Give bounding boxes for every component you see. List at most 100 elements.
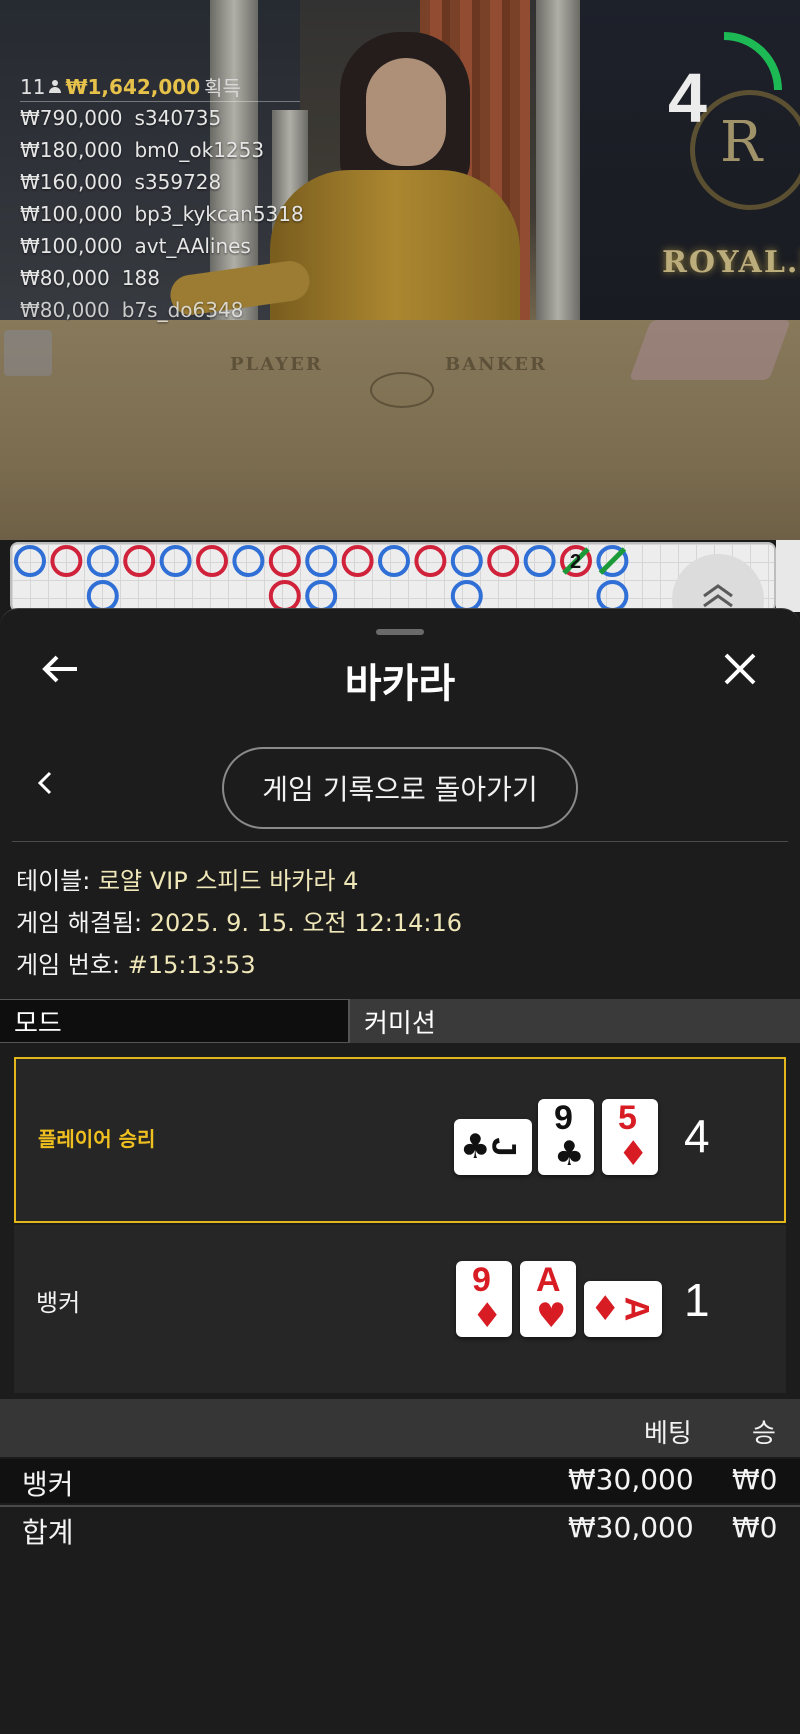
- player-score: 4: [684, 1110, 710, 1162]
- playing-card: 9 ♦: [456, 1261, 512, 1337]
- card-rank: A: [536, 1261, 561, 1299]
- game-detail-sheet: 바카라 게임 기록으로 돌아가기 테이블: 로얄 VIP 스피드 바카라 4 게…: [0, 608, 800, 1734]
- table-info-label: 테이블:: [16, 867, 91, 895]
- countdown-number: 4: [668, 59, 707, 137]
- winner-row: ₩80,000 b7s_do6348: [20, 294, 300, 326]
- card-rank: 5: [618, 1099, 637, 1137]
- winner-username: bp3_kykcan5318: [134, 202, 304, 226]
- resolved-info-label: 게임 해결됨:: [16, 909, 143, 937]
- winner-username: bm0_ok1253: [134, 138, 265, 162]
- winner-amount: ₩80,000: [20, 298, 110, 322]
- total-label: 합계: [22, 1516, 74, 1549]
- banker-road-mark: [123, 545, 156, 577]
- table-info: 테이블: 로얄 VIP 스피드 바카라 4: [16, 861, 358, 896]
- winner-username: s340735: [134, 106, 222, 130]
- winner-row: ₩80,000 188: [20, 262, 300, 294]
- player-road-mark: [450, 545, 483, 577]
- winner-row: ₩100,000 avt_AAlines: [20, 230, 300, 262]
- winner-amount: ₩790,000: [20, 106, 123, 130]
- playing-card: ♣ J: [454, 1119, 532, 1175]
- card-rank: 9: [554, 1099, 573, 1137]
- player-road-mark: [86, 580, 119, 610]
- table-info-value: 로얄 VIP 스피드 바카라 4: [97, 867, 359, 895]
- winners-earned-label: 획득: [204, 76, 241, 100]
- winner-row: ₩100,000 bp3_kykcan5318: [20, 198, 304, 230]
- player-road-mark: [14, 545, 46, 577]
- winners-header: 11 ₩1,642,000 획득: [20, 72, 300, 102]
- bets-table-header: 베팅 승: [0, 1399, 800, 1457]
- winner-amount: ₩100,000: [20, 234, 123, 258]
- winner-username: s359728: [134, 170, 222, 194]
- card-rank: 9: [472, 1261, 491, 1299]
- playing-card: 9 ♣: [538, 1099, 594, 1175]
- winner-amount: ₩100,000: [20, 202, 123, 226]
- back-to-history-button[interactable]: 게임 기록으로 돌아가기: [222, 747, 578, 829]
- game-number-info: 게임 번호: #15:13:53: [16, 945, 256, 980]
- card-suit-icon: ♦: [472, 1296, 503, 1336]
- winners-list: 11 ₩1,642,000 획득 ₩790,000 s340735 ₩180,000…: [20, 72, 304, 326]
- person-icon: [49, 79, 62, 94]
- tie-count: 2: [570, 551, 581, 573]
- banker-road-mark: [50, 545, 83, 577]
- winner-count: 11: [20, 74, 46, 99]
- card-suit-icon: ♦: [618, 1134, 649, 1174]
- winner-row: ₩790,000 s340735: [20, 102, 300, 134]
- bet-column-header: 베팅: [644, 1419, 692, 1449]
- card-suit-icon: ♦: [590, 1289, 621, 1329]
- banker-road-mark: [196, 545, 228, 577]
- close-icon: [724, 653, 756, 685]
- player-road-mark: [86, 545, 119, 577]
- win-amount: ₩0: [732, 1463, 778, 1496]
- previous-game-button[interactable]: [26, 763, 66, 807]
- player-road-mark: [523, 545, 556, 577]
- playing-card: A ♥: [520, 1261, 576, 1337]
- player-road-mark: [596, 580, 629, 610]
- winner-username: avt_AAlines: [134, 234, 251, 258]
- win-column-header: 승: [752, 1419, 776, 1449]
- player-hand: 플레이어 승리 ♣ J 9 ♣ 5 ♦ 4: [14, 1057, 786, 1223]
- player-road-mark: [450, 580, 483, 610]
- game-number-label: 게임 번호:: [16, 951, 121, 979]
- bet-name: 뱅커: [22, 1468, 74, 1501]
- player-road-mark: [305, 580, 338, 610]
- winner-row: ₩160,000 s359728: [20, 166, 300, 198]
- banker-score: 1: [684, 1274, 710, 1326]
- tie-slash-mark: [598, 547, 627, 575]
- banker-hand-label: 뱅커: [36, 1289, 81, 1317]
- winner-username: 188: [121, 266, 160, 290]
- resolved-info-value: 2025. 9. 15. 오전 12:14:16: [149, 909, 463, 937]
- total-bet-amount: ₩30,000: [568, 1511, 694, 1544]
- player-road-mark: [232, 545, 265, 577]
- player-road-mark: [378, 545, 410, 577]
- road-marks: 2: [14, 545, 629, 610]
- divider: [12, 841, 788, 842]
- resolved-info: 게임 해결됨: 2025. 9. 15. 오전 12:14:16: [16, 903, 462, 938]
- bets-table-row: 뱅커 ₩30,000 ₩0: [0, 1459, 800, 1503]
- tab-mode[interactable]: 모드: [0, 999, 348, 1043]
- winner-amount: ₩180,000: [20, 138, 123, 162]
- close-button[interactable]: [712, 641, 768, 697]
- chevron-left-icon: [37, 771, 52, 795]
- view-tabs: 모드 커미션: [0, 999, 800, 1043]
- winners-total: ₩1,642,000: [65, 74, 201, 99]
- playing-card: ♦ A: [584, 1281, 662, 1337]
- game-number-value: #15:13:53: [127, 951, 256, 979]
- banker-road-mark: [268, 545, 301, 577]
- card-suit-icon: ♣: [554, 1134, 585, 1174]
- banker-hand: 뱅커 9 ♦ A ♥ ♦ A 1: [14, 1225, 786, 1393]
- winner-amount: ₩80,000: [20, 266, 110, 290]
- total-win-amount: ₩0: [732, 1511, 778, 1544]
- banker-road-mark: [414, 545, 447, 577]
- card-suit-icon: ♥: [536, 1296, 567, 1336]
- winner-row: ₩180,000 bm0_ok1253: [20, 134, 300, 166]
- player-road-mark: [159, 545, 192, 577]
- banker-road-mark: [341, 545, 374, 577]
- sheet-grabber[interactable]: [376, 629, 424, 635]
- bet-amount: ₩30,000: [568, 1463, 694, 1496]
- winner-username: b7s_do6348: [121, 298, 244, 322]
- playing-card: 5 ♦: [602, 1099, 658, 1175]
- bead-road: 2: [10, 542, 776, 612]
- card-rank: A: [617, 1296, 656, 1322]
- tab-commission[interactable]: 커미션: [348, 999, 800, 1043]
- player-road-mark: [305, 545, 338, 577]
